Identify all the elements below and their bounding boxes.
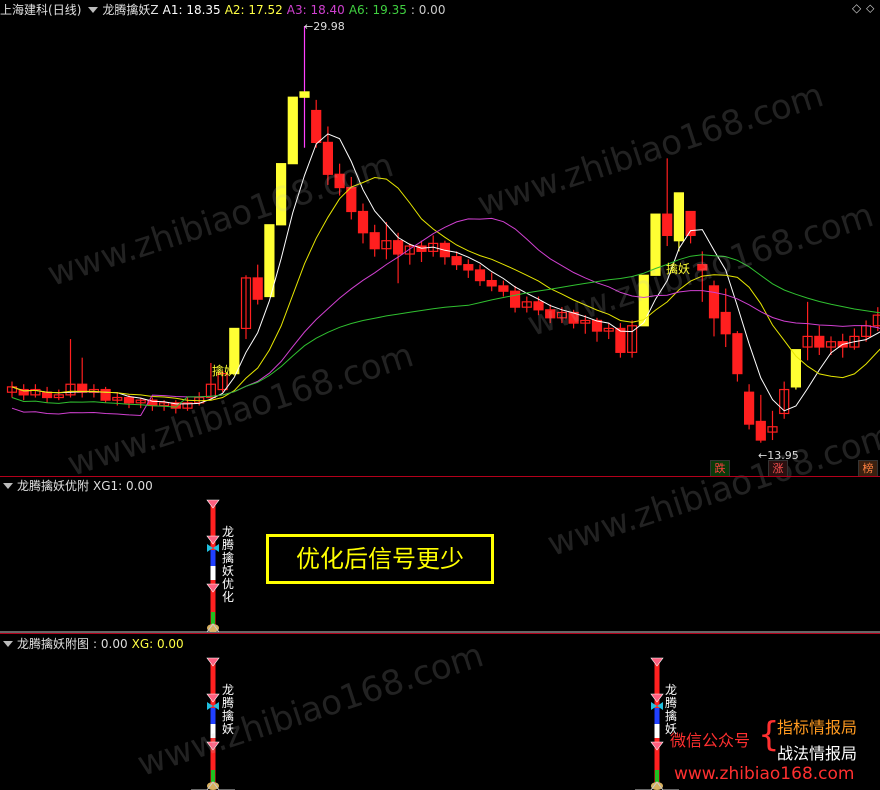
candle-down bbox=[615, 327, 626, 353]
candle-down bbox=[755, 420, 766, 441]
dropdown-icon[interactable] bbox=[3, 641, 13, 647]
candle-down bbox=[41, 391, 53, 399]
pane2-title[interactable]: 龙腾擒妖附图 bbox=[17, 637, 89, 651]
promo-site: www.zhibiao168.com bbox=[674, 764, 855, 784]
pane2-header: 龙腾擒妖附图 : 0.00 XG: 0.00 bbox=[0, 636, 188, 652]
gem-icon bbox=[206, 499, 220, 509]
candle-down bbox=[743, 391, 755, 425]
gem-icon bbox=[206, 535, 220, 545]
gem-icon bbox=[206, 657, 220, 667]
high-price-label: ←29.98 bbox=[304, 20, 345, 33]
signal-label: 擒妖 bbox=[212, 364, 237, 378]
candle-down bbox=[100, 388, 111, 401]
chart-window[interactable]: www.zhibiao168.com www.zhibiao168.com ww… bbox=[0, 0, 880, 790]
period-label: (日线) bbox=[48, 3, 82, 17]
pane1-vertical-label: 龙腾擒妖优化 bbox=[221, 525, 234, 604]
candle-up bbox=[264, 224, 275, 298]
indicator-name[interactable]: 龙腾擒妖Z bbox=[102, 3, 158, 17]
fall-cell[interactable]: 跌 bbox=[710, 460, 730, 477]
candle-down bbox=[697, 264, 708, 271]
candle-up bbox=[638, 274, 649, 327]
pane1-title[interactable]: 龙腾擒妖优附 bbox=[17, 479, 89, 493]
rank-cell[interactable]: 榜 bbox=[858, 460, 878, 477]
pane2-vertical-label: 龙腾擒妖 bbox=[221, 683, 234, 736]
candle-down bbox=[533, 301, 544, 311]
extra-value: : 0.00 bbox=[410, 3, 446, 17]
candle-up bbox=[287, 96, 298, 165]
candle-down bbox=[252, 277, 263, 300]
candle-down bbox=[474, 269, 486, 282]
candle-down bbox=[346, 186, 357, 213]
gem-icon bbox=[206, 583, 220, 593]
a2-value: A2: 17.52 bbox=[224, 3, 283, 17]
candle-down bbox=[732, 333, 743, 375]
dropdown-icon[interactable] bbox=[88, 7, 99, 13]
candle-down bbox=[510, 290, 521, 308]
gem-icon bbox=[650, 657, 664, 667]
diamond-icon[interactable]: ◇ bbox=[852, 1, 861, 15]
candle-up bbox=[650, 213, 661, 276]
candle-down bbox=[498, 285, 509, 292]
candle-down bbox=[357, 210, 369, 234]
gem-icon bbox=[206, 693, 220, 703]
candle-down bbox=[393, 240, 404, 255]
expand-icon[interactable]: ⬦ bbox=[866, 1, 874, 16]
candle-up bbox=[673, 192, 685, 242]
candle-up bbox=[872, 314, 880, 327]
coin-icon bbox=[651, 782, 663, 790]
main-header: 上海建科(日线) 龙腾擒妖Z A1: 18.35 A2: 17.52 A3: 18.40… bbox=[0, 2, 449, 18]
candle-up bbox=[276, 163, 287, 226]
candle-down bbox=[708, 285, 720, 319]
a1-value: A1: 18.35 bbox=[162, 3, 221, 17]
candle-down bbox=[486, 279, 497, 287]
candle-down bbox=[463, 264, 474, 271]
promo-line2: 战法情报局 bbox=[777, 744, 858, 763]
candle-down bbox=[545, 309, 556, 319]
candle-down bbox=[814, 335, 825, 348]
pane1-value: XG1: 0.00 bbox=[93, 479, 153, 493]
pane1-header: 龙腾擒妖优附 XG1: 0.00 bbox=[0, 478, 157, 494]
gem-icon bbox=[650, 693, 664, 703]
notice-box: 优化后信号更少 bbox=[266, 534, 494, 584]
candle-up bbox=[299, 91, 310, 98]
coin-icon bbox=[207, 624, 219, 632]
stock-name[interactable]: 上海建科 bbox=[0, 3, 48, 17]
candle-down bbox=[123, 396, 135, 404]
a3-value: A3: 18.40 bbox=[286, 3, 345, 17]
candle-down bbox=[322, 141, 333, 175]
candle-down bbox=[720, 311, 731, 335]
ma-line-green bbox=[11, 254, 880, 408]
pane-separator[interactable] bbox=[0, 633, 880, 634]
ma-line-white bbox=[11, 133, 880, 412]
dropdown-icon[interactable] bbox=[3, 483, 13, 489]
ma-line-yellow bbox=[11, 176, 880, 402]
pane2-xg: XG: 0.00 bbox=[131, 637, 184, 651]
candle-down bbox=[369, 232, 380, 250]
rise-cell[interactable]: 涨 bbox=[768, 460, 788, 477]
coin-icon bbox=[207, 782, 219, 790]
gem-icon bbox=[650, 741, 664, 751]
signal-label: 擒妖 bbox=[666, 262, 691, 276]
candle-down bbox=[685, 210, 696, 237]
a6-value: A6: 19.35 bbox=[348, 3, 407, 17]
candle-down bbox=[311, 109, 322, 143]
gem-icon bbox=[206, 741, 220, 751]
wechat-label: 微信公众号 bbox=[670, 731, 751, 750]
candle-down bbox=[451, 256, 462, 266]
promo-line1: 指标情报局 bbox=[777, 718, 858, 737]
pane-separator[interactable] bbox=[0, 476, 880, 477]
candle-down bbox=[334, 173, 345, 189]
pane2-value: : 0.00 bbox=[93, 637, 128, 651]
price-chart[interactable] bbox=[0, 0, 880, 790]
candle-down bbox=[662, 213, 673, 237]
